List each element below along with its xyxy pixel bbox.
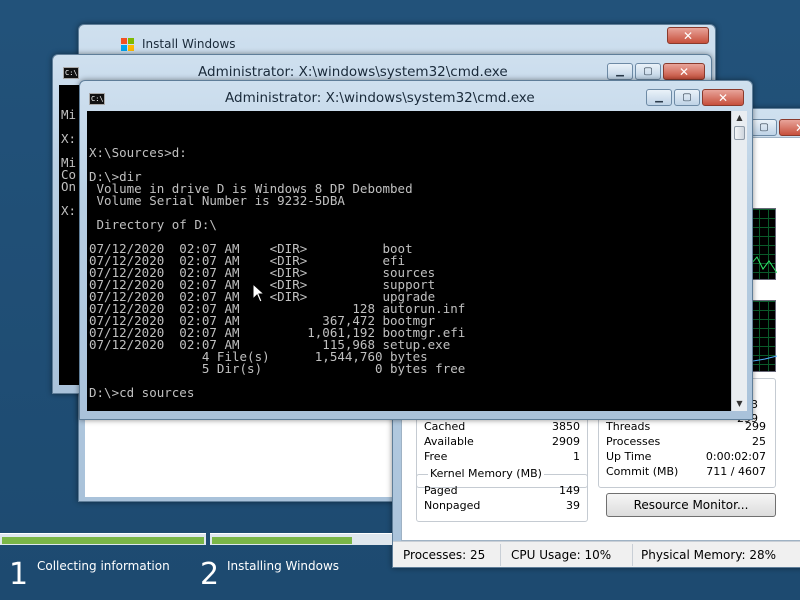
task-manager-close-button[interactable]: ✕ xyxy=(779,119,800,136)
step-2-number: 2 xyxy=(200,557,220,592)
stat-label: Processes xyxy=(606,435,661,448)
cmd-icon: C:\ xyxy=(63,67,79,79)
stat-label: Commit (MB) xyxy=(606,465,679,478)
status-processes: Processes: 25 xyxy=(395,544,501,566)
windows-flag-icon xyxy=(121,37,135,51)
scroll-down-icon[interactable]: ▼ xyxy=(732,397,747,411)
maximize-icon: ▢ xyxy=(682,91,692,103)
stat-value: 149 xyxy=(559,484,580,497)
maximize-icon: ▢ xyxy=(759,121,769,133)
cmd-front-close-button[interactable]: ✕ xyxy=(702,89,744,106)
scroll-up-icon[interactable]: ▲ xyxy=(732,111,747,125)
close-icon: ✕ xyxy=(717,90,729,105)
setup-progress-step2-bar xyxy=(210,533,392,545)
setup-progress-step1-bar xyxy=(0,533,206,545)
status-cpu-usage: CPU Usage: 10% xyxy=(503,544,633,566)
console-line: D:\>cd sources xyxy=(89,385,195,400)
cmd-back-maximize-button[interactable]: ▢ xyxy=(635,63,661,80)
stat-label: Cached xyxy=(424,420,466,433)
console-line: 5 Dir(s) 0 bytes free xyxy=(89,361,466,376)
kernel-memory-caption: Kernel Memory (MB) xyxy=(428,467,544,480)
stat-label: Nonpaged xyxy=(424,499,481,512)
stat-value: 25 xyxy=(752,435,766,448)
step-1-number: 1 xyxy=(9,557,29,592)
cmd-back-title: Administrator: X:\windows\system32\cmd.e… xyxy=(198,64,508,80)
cmd-back-close-button[interactable]: ✕ xyxy=(663,63,705,80)
task-manager-maximize-button[interactable]: ▢ xyxy=(751,119,777,136)
close-icon: ✕ xyxy=(682,28,694,43)
cmd-window-front: C:\ Administrator: X:\windows\system32\c… xyxy=(79,80,753,420)
stat-label: Up Time xyxy=(606,450,652,463)
mouse-cursor-icon xyxy=(252,282,266,303)
status-physical-memory: Physical Memory: 28% xyxy=(641,548,777,562)
stat-label: Threads xyxy=(606,420,651,433)
stat-label: Free xyxy=(424,450,448,463)
console-line: Volume Serial Number is 9232-5DBA xyxy=(89,193,345,208)
step-1-label: Collecting information xyxy=(37,559,170,573)
stat-value: 2909 xyxy=(552,435,580,448)
step-2-label: Installing Windows xyxy=(227,559,340,573)
kernel-memory-group xyxy=(416,474,588,522)
stat-value: 0:00:02:07 xyxy=(705,450,766,463)
stat-value: 299 xyxy=(745,420,766,433)
stat-value: 39 xyxy=(566,499,580,512)
close-icon: ✕ xyxy=(678,64,690,79)
stat-label: Paged xyxy=(424,484,458,497)
stat-value: 3850 xyxy=(552,420,580,433)
cmd-front-console[interactable]: X:\Sources>d: D:\>dir Volume in drive D i… xyxy=(87,111,733,411)
console-line: X:\Sources>d: xyxy=(89,145,187,160)
stat-value: 1 xyxy=(573,450,580,463)
cmd-icon: C:\ xyxy=(89,93,105,105)
setup-progress-track xyxy=(0,533,800,545)
cmd-back-minimize-button[interactable]: ▁ xyxy=(607,63,633,80)
maximize-icon: ▢ xyxy=(643,65,653,77)
stat-value: 711 / 4607 xyxy=(706,465,766,478)
resource-monitor-label: Resource Monitor... xyxy=(633,498,749,512)
install-windows-title: Install Windows xyxy=(142,37,236,51)
scrollbar-thumb[interactable] xyxy=(734,126,745,140)
install-windows-close-button[interactable]: ✕ xyxy=(667,27,709,44)
stat-label: Available xyxy=(424,435,474,448)
cmd-front-title: Administrator: X:\windows\system32\cmd.e… xyxy=(225,90,535,106)
cmd-front-minimize-button[interactable]: ▁ xyxy=(646,89,672,106)
close-icon: ✕ xyxy=(795,122,800,134)
minimize-icon: ▁ xyxy=(655,91,663,103)
resource-monitor-button[interactable]: Resource Monitor... xyxy=(606,493,776,517)
cmd-front-scrollbar[interactable]: ▲ ▼ xyxy=(731,111,747,411)
console-line: Directory of D:\ xyxy=(89,217,217,232)
desktop: Install Windows ✕ C:\ Administrator: X:\… xyxy=(0,0,800,600)
cmd-front-maximize-button[interactable]: ▢ xyxy=(674,89,700,106)
minimize-icon: ▁ xyxy=(616,65,624,77)
